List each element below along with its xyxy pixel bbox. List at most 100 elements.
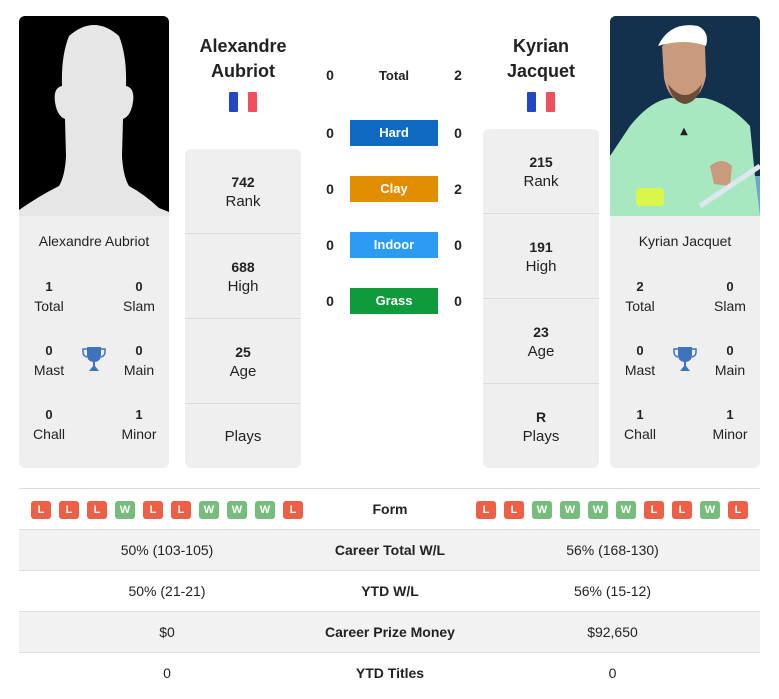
form-win-badge[interactable]: W — [616, 501, 636, 519]
france-flag-icon — [527, 92, 555, 112]
player2-high: 191 High — [483, 214, 599, 299]
plays-label: Plays — [224, 428, 262, 445]
player2-form: LLWWWWLLWL — [476, 501, 748, 519]
form-win-badge[interactable]: W — [560, 501, 580, 519]
form-win-badge[interactable]: W — [700, 501, 720, 519]
player1-minor-titles: 1 Minor — [109, 406, 169, 444]
p1-count: 0 — [326, 67, 334, 83]
stat-label: Total — [34, 298, 64, 314]
form-loss-badge[interactable]: L — [171, 501, 191, 519]
high-value: 191 — [529, 239, 553, 255]
name-line: Kyrian — [512, 36, 570, 56]
stat-label: Chall — [624, 426, 656, 442]
player2-plays: R Plays — [483, 384, 599, 468]
player1-full-name: Alexandre Aubriot — [38, 233, 150, 249]
form-loss-badge[interactable]: L — [728, 501, 748, 519]
stat-label: Minor — [121, 426, 157, 442]
player2-chall-titles: 1 Chall — [610, 406, 670, 444]
form-loss-badge[interactable]: L — [87, 501, 107, 519]
age-label: Age — [229, 363, 257, 380]
rank-label: Rank — [523, 173, 559, 190]
form-loss-badge[interactable]: L — [644, 501, 664, 519]
p1-value: $0 — [159, 624, 175, 640]
stat-value: 0 — [135, 279, 143, 294]
player1-main-titles: 0 Main — [109, 342, 169, 380]
player1-name-heading[interactable]: Alexandre Aubriot — [178, 34, 308, 84]
player1-plays: Plays — [185, 404, 301, 468]
surface-badge-clay[interactable]: Clay — [350, 176, 438, 202]
player1-chall-titles: 0 Chall — [19, 406, 79, 444]
stat-value: 0 — [45, 343, 53, 358]
player1-titles-card: Alexandre Aubriot 1 Total 0 Slam 0 Mast … — [19, 216, 169, 468]
form-win-badge[interactable]: W — [227, 501, 247, 519]
table-row: 50% (103-105) Career Total W/L 56% (168-… — [19, 529, 760, 570]
h2h-grass-row: 0 Grass 0 — [320, 288, 470, 314]
p2-count: 0 — [454, 125, 462, 141]
svg-text:▲: ▲ — [680, 126, 688, 137]
row-label: YTD Titles — [355, 665, 425, 681]
p2-value: 0 — [608, 665, 617, 681]
player1-photo — [19, 16, 169, 216]
p2-count: 2 — [454, 67, 462, 83]
player1-rank-box: 742 Rank 688 High 25 Age Plays — [185, 149, 301, 468]
stat-value: 0 — [726, 343, 734, 358]
stat-label: Slam — [123, 298, 155, 314]
h2h-indoor-row: 0 Indoor 0 — [320, 232, 470, 258]
plays-value: R — [535, 409, 547, 425]
form-loss-badge[interactable]: L — [283, 501, 303, 519]
surface-badge-grass[interactable]: Grass — [350, 288, 438, 314]
stat-label: Mast — [33, 362, 65, 378]
player2-slam-titles: 0 Slam — [700, 278, 760, 316]
p1-count: 0 — [326, 293, 334, 309]
row-label: YTD W/L — [361, 583, 419, 599]
table-row: $0 Career Prize Money $92,650 — [19, 611, 760, 652]
player1-age: 25 Age — [185, 319, 301, 404]
stat-label: Mast — [624, 362, 656, 378]
p2-count: 0 — [454, 237, 462, 253]
stat-value: 0 — [45, 407, 53, 422]
p1-value: 50% (21-21) — [128, 583, 206, 599]
comparison-table: LLLWLLWWWL Form LLWWWWLLWL 50% (103-105)… — [19, 488, 760, 693]
form-win-badge[interactable]: W — [115, 501, 135, 519]
surface-badge-indoor[interactable]: Indoor — [350, 232, 438, 258]
player2-rank-box: 215 Rank 191 High 23 Age R Plays — [483, 129, 599, 468]
form-loss-badge[interactable]: L — [476, 501, 496, 519]
player-photo-image: ▲ — [610, 16, 760, 216]
stat-value: 0 — [636, 343, 644, 358]
stat-label: Total — [625, 298, 655, 314]
p1-count: 0 — [326, 181, 334, 197]
form-win-badge[interactable]: W — [255, 501, 275, 519]
form-loss-badge[interactable]: L — [31, 501, 51, 519]
player2-full-name: Kyrian Jacquet — [638, 233, 732, 249]
stat-value: 1 — [726, 407, 734, 422]
player1-total-titles: 1 Total — [19, 278, 79, 316]
stat-value: 1 — [636, 407, 644, 422]
player1-slam-titles: 0 Slam — [109, 278, 169, 316]
form-loss-badge[interactable]: L — [672, 501, 692, 519]
rank-label: Rank — [225, 193, 261, 210]
h2h-total-row: 0 Total 2 — [320, 62, 470, 88]
p2-count: 2 — [454, 181, 462, 197]
form-win-badge[interactable]: W — [532, 501, 552, 519]
player2-main-titles: 0 Main — [700, 342, 760, 380]
form-loss-badge[interactable]: L — [504, 501, 524, 519]
trophy-icon — [82, 347, 106, 371]
player2-name-heading[interactable]: Kyrian Jacquet — [476, 34, 606, 84]
player1-high: 688 High — [185, 234, 301, 319]
stat-label: Slam — [714, 298, 746, 314]
player2-mast-titles: 0 Mast — [610, 342, 670, 380]
form-win-badge[interactable]: W — [199, 501, 219, 519]
age-label: Age — [527, 343, 555, 360]
table-row: 50% (21-21) YTD W/L 56% (15-12) — [19, 570, 760, 611]
form-loss-badge[interactable]: L — [59, 501, 79, 519]
player1-form: LLLWLLWWWL — [31, 501, 303, 519]
high-label: High — [525, 258, 557, 275]
p1-count: 0 — [326, 125, 334, 141]
p2-value: 56% (168-130) — [566, 542, 659, 558]
stat-label: Main — [123, 362, 155, 378]
form-win-badge[interactable]: W — [588, 501, 608, 519]
name-line: Aubriot — [211, 61, 275, 81]
player2-titles-card: Kyrian Jacquet 2 Total 0 Slam 0 Mast 0 M… — [610, 216, 760, 468]
form-loss-badge[interactable]: L — [143, 501, 163, 519]
surface-badge-hard[interactable]: Hard — [350, 120, 438, 146]
